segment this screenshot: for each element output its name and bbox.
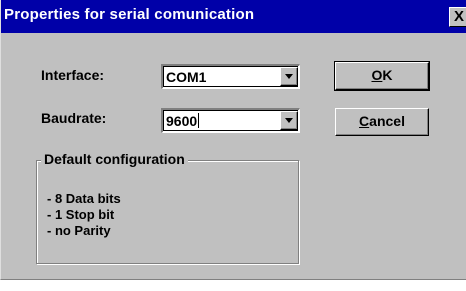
close-button[interactable]: X bbox=[449, 7, 466, 27]
baudrate-dropdown-button[interactable] bbox=[280, 111, 298, 130]
config-line-data-bits: - 8 Data bits bbox=[47, 191, 121, 206]
interface-label: Interface: bbox=[41, 67, 105, 83]
baudrate-label: Baudrate: bbox=[41, 110, 107, 126]
interface-select[interactable]: COM1 bbox=[161, 64, 300, 89]
text-caret bbox=[198, 113, 200, 128]
baudrate-select[interactable]: 9600 bbox=[161, 108, 300, 133]
ok-label-rest: K bbox=[382, 67, 393, 83]
config-line-stop-bit: - 1 Stop bit bbox=[47, 207, 115, 222]
group-title: Default configuration bbox=[41, 151, 188, 167]
triangle-down-icon bbox=[285, 74, 293, 79]
baudrate-value-container: 9600 bbox=[166, 113, 200, 129]
baudrate-value: 9600 bbox=[166, 113, 198, 129]
triangle-down-icon bbox=[285, 118, 293, 123]
config-line-parity: - no Parity bbox=[47, 223, 111, 238]
ok-mnemonic: O bbox=[371, 67, 383, 83]
ok-button[interactable]: OK bbox=[334, 61, 430, 91]
cancel-label-rest: ancel bbox=[369, 113, 405, 129]
interface-dropdown-button[interactable] bbox=[280, 67, 298, 86]
close-icon: X bbox=[454, 8, 465, 25]
interface-value: COM1 bbox=[166, 69, 207, 85]
cancel-mnemonic: C bbox=[359, 113, 370, 129]
title-bar[interactable]: Properties for serial comunication X bbox=[1, 0, 466, 33]
window-title: Properties for serial comunication bbox=[4, 6, 255, 23]
serial-properties-dialog: Properties for serial comunication X Int… bbox=[0, 0, 466, 280]
cancel-button[interactable]: Cancel bbox=[335, 108, 429, 136]
